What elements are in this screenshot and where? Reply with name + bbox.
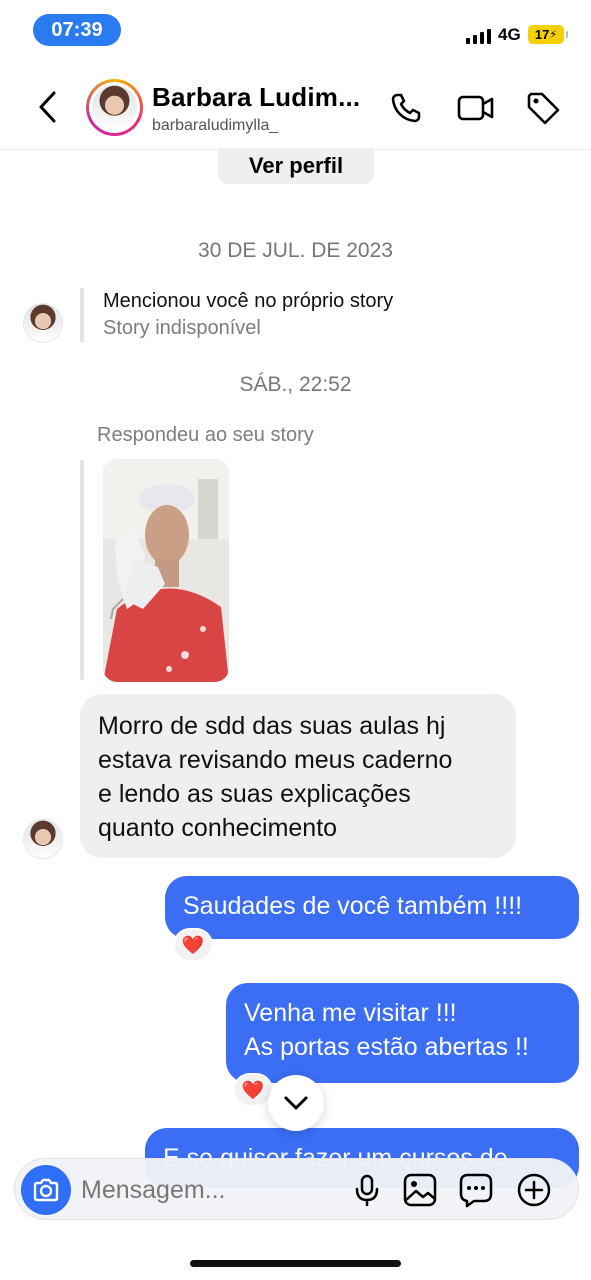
avatar-photo xyxy=(24,304,62,342)
outgoing-message[interactable]: Venha me visitar !!! As portas estão abe… xyxy=(226,983,579,1083)
timestamp-separator: SÁB., 22:52 xyxy=(239,373,352,396)
home-indicator[interactable] xyxy=(190,1260,401,1267)
sender-avatar[interactable] xyxy=(23,303,63,343)
video-camera-icon[interactable] xyxy=(456,90,496,126)
microphone-icon[interactable] xyxy=(349,1172,385,1208)
avatar-photo xyxy=(92,85,137,130)
chat-header: Barbara Ludim... barbaraludimylla_ xyxy=(0,62,591,150)
heart-reaction[interactable]: ❤️ xyxy=(233,1073,273,1107)
contact-avatar[interactable] xyxy=(86,79,143,136)
phone-icon[interactable] xyxy=(388,90,428,126)
heart-reaction[interactable]: ❤️ xyxy=(173,928,213,962)
date-separator: 30 DE JUL. DE 2023 xyxy=(198,239,393,262)
network-label: 4G xyxy=(498,25,521,44)
story-thumbnail[interactable] xyxy=(103,459,229,682)
outgoing-message[interactable]: Saudades de você também !!!! xyxy=(165,876,579,939)
back-arrow-icon[interactable] xyxy=(34,90,64,124)
message-line: e lendo as suas explicações xyxy=(98,780,411,808)
sticker-chat-icon[interactable] xyxy=(458,1172,494,1208)
camera-icon[interactable] xyxy=(21,1165,71,1215)
status-time[interactable]: 07:39 xyxy=(33,14,121,46)
message-line: As portas estão abertas !! xyxy=(244,1033,529,1061)
battery-icon: 17 ⚡ xyxy=(528,25,568,44)
plus-circle-icon[interactable] xyxy=(516,1172,552,1208)
sender-avatar[interactable] xyxy=(23,819,63,859)
message-line: Venha me visitar !!! xyxy=(244,999,457,1027)
contact-username[interactable]: barbaraludimylla_ xyxy=(152,117,278,135)
story-reply-label: Respondeu ao seu story xyxy=(97,424,314,446)
mention-title: Mencionou você no próprio story xyxy=(103,290,394,312)
story-mention[interactable]: Mencionou você no próprio story Story in… xyxy=(80,288,393,342)
tag-icon[interactable] xyxy=(524,90,564,126)
incoming-message[interactable]: Morro de sdd das suas aulas hj estava re… xyxy=(80,694,516,858)
avatar-photo xyxy=(24,820,62,858)
contact-name[interactable]: Barbara Ludim... xyxy=(152,82,360,113)
message-line: Morro de sdd das suas aulas hj xyxy=(98,712,446,740)
message-line: Saudades de você também !!!! xyxy=(183,892,523,920)
message-line: quanto conhecimento xyxy=(98,814,338,842)
message-line: estava revisando meus caderno xyxy=(98,746,453,774)
chevron-down-icon xyxy=(284,1096,308,1110)
signal-icon xyxy=(466,28,491,44)
mention-subtitle: Story indisponível xyxy=(103,317,261,339)
reply-divider xyxy=(80,460,84,680)
view-profile-button[interactable]: Ver perfil xyxy=(218,148,374,184)
gallery-icon[interactable] xyxy=(402,1172,438,1208)
message-input[interactable] xyxy=(81,1173,331,1207)
message-composer xyxy=(14,1158,579,1220)
scroll-to-bottom-button[interactable] xyxy=(268,1075,324,1131)
battery-level: 17 xyxy=(534,27,550,42)
charging-bolt-icon: ⚡ xyxy=(549,29,558,41)
status-bar: 07:39 4G 17 ⚡ xyxy=(0,0,591,62)
